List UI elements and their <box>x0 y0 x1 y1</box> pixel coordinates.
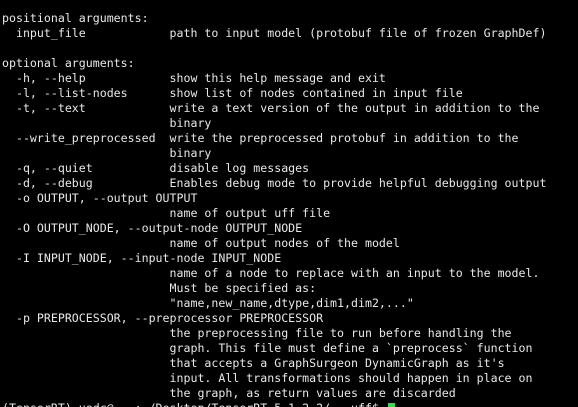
terminal-line-text: -I INPUT_NODE, --input-node INPUT_NODE <box>2 251 282 265</box>
terminal-line: input. All transformations should happen… <box>2 371 546 386</box>
shell-prompt-text: (TensorRT) uedc@...:~/Desktop/TensorRT-5… <box>2 401 386 407</box>
terminal-line: -d, --debug Enables debug mode to provid… <box>2 176 547 191</box>
terminal-line-text: name of output uff file <box>2 206 331 220</box>
terminal-line: optional arguments: <box>2 56 546 71</box>
terminal-line: binary <box>2 146 546 161</box>
text-cursor <box>387 402 395 407</box>
terminal-line: graph. This file must define a `preproce… <box>2 341 546 356</box>
terminal-line-text: binary <box>2 116 212 130</box>
terminal-line-text: name of output nodes of the model <box>2 236 400 250</box>
terminal-line: the graph, as return values are discarde… <box>2 386 546 401</box>
terminal-line: that accepts a GraphSurgeon DynamicGraph… <box>2 356 546 371</box>
terminal-line-text: -t, --text write a text version of the o… <box>2 101 540 115</box>
terminal-line: the preprocessing file to run before han… <box>2 326 546 341</box>
terminal-line: -p PREPROCESSOR, --preprocessor PREPROCE… <box>2 311 546 326</box>
terminal-line-text: -l, --list-nodes show list of nodes cont… <box>2 86 463 100</box>
terminal-line-text: -O OUTPUT_NODE, --output-node OUTPUT_NOD… <box>2 221 303 235</box>
terminal-line-text: -h, --help show this help message and ex… <box>2 71 386 85</box>
terminal-line: --write_preprocessed write the preproces… <box>2 131 546 146</box>
terminal-line: -o OUTPUT, --output OUTPUT <box>2 191 546 206</box>
terminal-line-text: the preprocessing file to run before han… <box>2 326 512 340</box>
terminal-line-text: graph. This file must define a `preproce… <box>2 341 533 355</box>
terminal-line: -I INPUT_NODE, --input-node INPUT_NODE <box>2 251 546 266</box>
terminal-line-text: --write_preprocessed write the preproces… <box>2 131 519 145</box>
terminal-window[interactable]: positional arguments: input_file path to… <box>0 0 578 407</box>
terminal-line: name of a node to replace with an input … <box>2 266 546 281</box>
terminal-line: -q, --quiet disable log messages <box>2 161 546 176</box>
terminal-line-text: the graph, as return values are discarde… <box>2 386 456 400</box>
terminal-line-text: input_file path to input model (protobuf… <box>2 26 547 40</box>
terminal-line: binary <box>2 116 546 131</box>
terminal-line: Must be specified as: <box>2 281 546 296</box>
terminal-line: -h, --help show this help message and ex… <box>2 71 546 86</box>
terminal-line-text: optional arguments: <box>2 56 135 70</box>
terminal-line-text: that accepts a GraphSurgeon DynamicGraph… <box>2 356 505 370</box>
terminal-line-text: -o OUTPUT, --output OUTPUT <box>2 191 198 205</box>
terminal-line-text: binary <box>2 146 212 160</box>
terminal-line: positional arguments: <box>2 11 546 26</box>
terminal-line-text: -d, --debug Enables debug mode to provid… <box>2 176 547 190</box>
terminal-line-text: -p PREPROCESSOR, --preprocessor PREPROCE… <box>2 311 324 325</box>
terminal-line-text: "name,new_name,dtype,dim1,dim2,..." <box>2 296 414 310</box>
terminal-line: -O OUTPUT_NODE, --output-node OUTPUT_NOD… <box>2 221 546 236</box>
terminal-line: -t, --text write a text version of the o… <box>2 101 546 116</box>
terminal-line: name of output nodes of the model <box>2 236 546 251</box>
terminal-line-text: input. All transformations should happen… <box>2 371 533 385</box>
terminal-line: -l, --list-nodes show list of nodes cont… <box>2 86 546 101</box>
shell-prompt-line: (TensorRT) uedc@...:~/Desktop/TensorRT-5… <box>2 401 546 407</box>
terminal-line-text: name of a node to replace with an input … <box>2 266 540 280</box>
terminal-output: positional arguments: input_file path to… <box>2 11 546 407</box>
terminal-line: "name,new_name,dtype,dim1,dim2,..." <box>2 296 546 311</box>
terminal-line-text: positional arguments: <box>2 11 149 25</box>
terminal-line: input_file path to input model (protobuf… <box>2 26 547 41</box>
terminal-line: name of output uff file <box>2 206 546 221</box>
terminal-line-text: Must be specified as: <box>2 281 317 295</box>
terminal-line-text: -q, --quiet disable log messages <box>2 161 310 175</box>
